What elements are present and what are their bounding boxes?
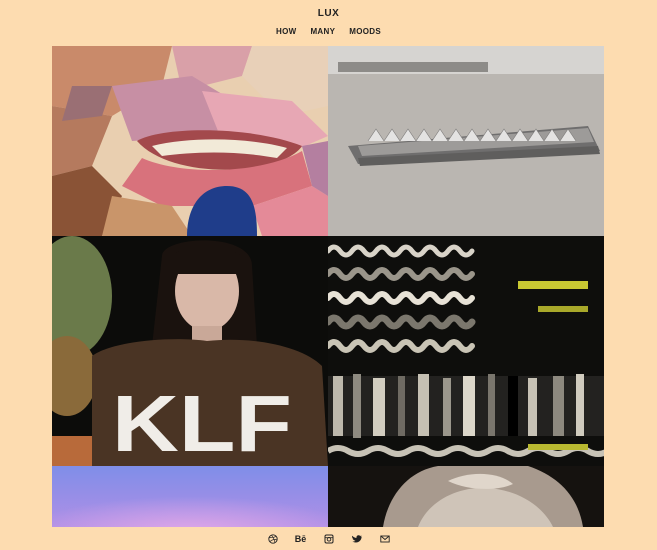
gallery-tile-klf-portrait[interactable]: KLF: [52, 236, 328, 466]
gradient-image: [52, 466, 328, 527]
instagram-icon[interactable]: [323, 533, 335, 545]
glitch-wave-image: [328, 236, 604, 466]
nav-item-moods[interactable]: MOODS: [349, 27, 381, 36]
gallery-tile-gradient[interactable]: [52, 466, 328, 527]
site-title[interactable]: LUX: [0, 8, 657, 19]
main-nav: HOW MANY MOODS: [0, 27, 657, 36]
gallery-tile-glitch[interactable]: [328, 236, 604, 466]
metal-sculpture-image: [328, 46, 604, 236]
svg-text:KLF: KLF: [112, 379, 292, 466]
gallery-tile-marble-sculpture[interactable]: [328, 466, 604, 527]
mail-icon[interactable]: [379, 533, 391, 545]
image-grid: KLF: [52, 46, 604, 527]
gallery-tile-metal-sculpture[interactable]: [328, 46, 604, 236]
marble-sculpture-image: [328, 466, 604, 527]
lips-painting-image: [52, 46, 328, 236]
behance-icon[interactable]: Bē: [295, 533, 307, 545]
social-footer: Bē: [0, 531, 657, 547]
twitter-icon[interactable]: [351, 533, 363, 545]
gallery-tile-lips-painting[interactable]: [52, 46, 328, 236]
nav-item-many[interactable]: MANY: [310, 27, 335, 36]
dribbble-icon[interactable]: [267, 533, 279, 545]
nav-item-how[interactable]: HOW: [276, 27, 296, 36]
klf-portrait-image: KLF: [52, 236, 328, 466]
